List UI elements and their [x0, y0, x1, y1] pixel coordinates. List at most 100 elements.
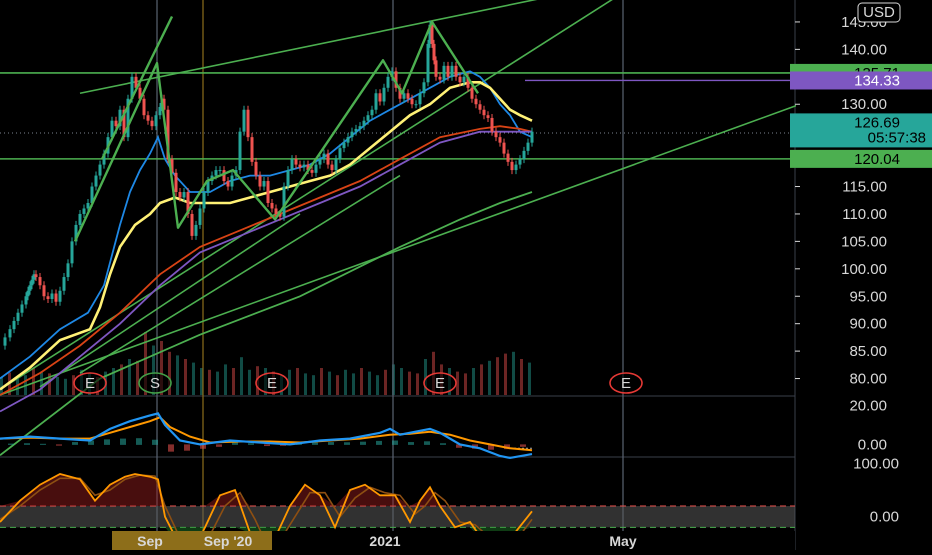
- candle: [294, 159, 298, 165]
- candle: [474, 98, 478, 105]
- candle: [370, 109, 374, 116]
- volume-bar: [504, 353, 507, 395]
- price-axis[interactable]: 145.00140.00135.00130.00125.00120.00115.…: [790, 0, 932, 550]
- candle: [314, 164, 318, 173]
- candle: [178, 192, 182, 198]
- support-price-tag-label: 120.04: [854, 151, 900, 168]
- volume-bar: [64, 378, 67, 395]
- candle: [174, 172, 178, 193]
- candle: [430, 24, 434, 44]
- event-marker-label: E: [85, 375, 95, 392]
- candle: [24, 296, 28, 305]
- volume-bar: [344, 369, 347, 395]
- candle: [12, 320, 16, 330]
- candle: [410, 98, 414, 105]
- candle: [346, 137, 350, 143]
- price-tick-label: 80.00: [849, 371, 887, 388]
- volume-bar: [240, 357, 243, 395]
- candle: [458, 76, 462, 83]
- volume-bar: [384, 369, 387, 395]
- volume-bar: [360, 368, 363, 395]
- candle: [38, 277, 42, 286]
- macd-histogram-bar: [376, 440, 382, 445]
- price-tick-label: 140.00: [841, 41, 887, 58]
- alert-price-tag-label: 134.33: [854, 72, 900, 89]
- candle: [242, 109, 246, 132]
- volume-bar: [496, 357, 499, 395]
- candle: [406, 93, 410, 99]
- candle: [354, 128, 358, 132]
- price-tick-label: 105.00: [841, 233, 887, 250]
- currency-label: USD: [863, 4, 895, 21]
- candle: [258, 175, 262, 187]
- macd-histogram-bar: [184, 444, 190, 451]
- volume-bar: [56, 377, 59, 395]
- volume-bar: [192, 362, 195, 395]
- candle: [426, 43, 430, 83]
- macd-tick-label: 20.00: [849, 398, 887, 415]
- candle: [330, 164, 334, 171]
- candle: [462, 76, 466, 83]
- candle: [194, 224, 198, 236]
- candle: [502, 142, 506, 154]
- candle: [322, 153, 326, 160]
- event-marker-label: E: [435, 375, 445, 392]
- time-axis[interactable]: Sep Sep '20 2021 May: [0, 531, 795, 550]
- candle: [302, 164, 306, 168]
- macd-histogram-bar: [152, 439, 158, 445]
- volume-bar: [328, 371, 331, 395]
- volume-bar: [528, 362, 531, 395]
- volume-bar: [0, 377, 3, 395]
- macd-histogram-bar: [440, 443, 446, 445]
- candle: [358, 126, 362, 129]
- chart-canvas[interactable]: E S E E E 145.00140.00135.00130.00125.00120.…: [0, 0, 932, 550]
- candle: [338, 148, 342, 160]
- candle: [94, 175, 98, 187]
- volume-bar: [472, 368, 475, 395]
- candle: [378, 93, 382, 102]
- candle: [42, 285, 46, 297]
- candle: [16, 312, 20, 321]
- candle: [386, 76, 390, 88]
- candle: [414, 104, 418, 106]
- candle: [30, 279, 34, 286]
- macd-histogram-bar: [392, 440, 398, 445]
- volume-bar: [176, 355, 179, 395]
- price-tick-label: 110.00: [842, 206, 887, 223]
- macd-histogram-bar: [232, 442, 238, 445]
- candle: [434, 60, 438, 77]
- volume-bar: [336, 375, 339, 395]
- candle: [326, 153, 330, 165]
- volume-bar: [520, 359, 523, 395]
- candle: [526, 142, 530, 151]
- macd-histogram-bar: [408, 442, 414, 445]
- candle: [518, 159, 522, 165]
- macd-histogram-bar: [8, 443, 14, 445]
- candle: [478, 104, 482, 110]
- volume-bar: [376, 375, 379, 395]
- volume-bar: [224, 364, 227, 395]
- macd-histogram-bar: [248, 443, 254, 445]
- price-tick-label: 95.00: [849, 288, 887, 305]
- candle: [506, 153, 510, 162]
- candle: [402, 93, 406, 99]
- volume-bar: [408, 371, 411, 395]
- stoch-tick-label: 100.00: [853, 455, 899, 472]
- stoch-band: [0, 506, 795, 528]
- volume-bar: [184, 359, 187, 395]
- candle: [146, 115, 150, 121]
- macd-histogram-bar: [168, 444, 174, 452]
- candle: [310, 170, 314, 173]
- stock-chart[interactable]: E S E E E 145.00140.00135.00130.00125.00120.…: [0, 0, 932, 550]
- volume-bar: [352, 373, 355, 395]
- volume-bar: [208, 369, 211, 395]
- volume-bar: [136, 360, 139, 395]
- candle: [46, 296, 50, 299]
- candle: [238, 131, 242, 171]
- candle: [298, 164, 302, 168]
- time-label: Sep: [137, 533, 163, 549]
- candle: [226, 181, 230, 187]
- macd-histogram-bar: [344, 442, 350, 445]
- macd-histogram-bar: [360, 441, 366, 445]
- candle: [20, 304, 24, 313]
